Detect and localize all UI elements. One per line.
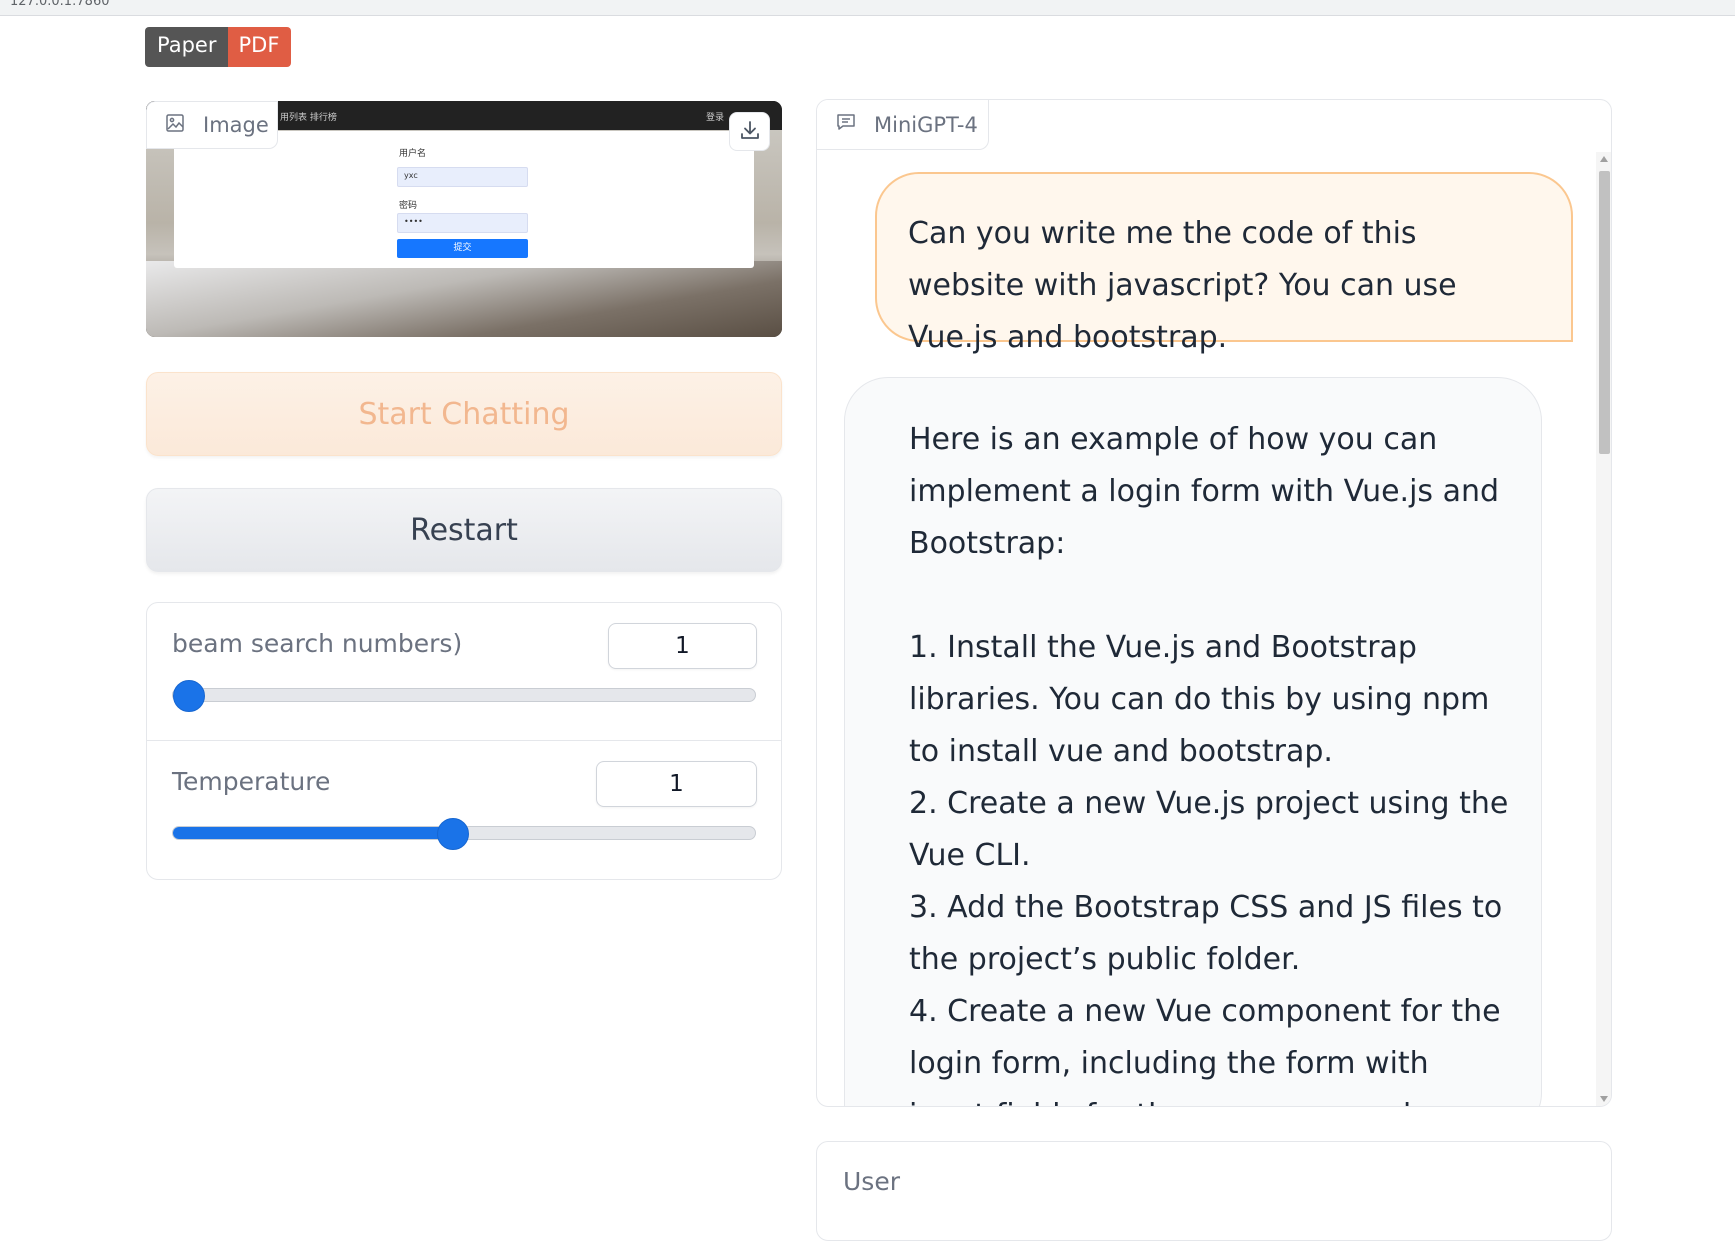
beam-search-slider-row: beam search numbers) 1: [147, 603, 781, 741]
chat-scrollbar[interactable]: [1596, 152, 1611, 1106]
bot-message-step: 4. Create a new Vue component for the lo…: [909, 994, 1501, 1106]
bot-message-blank-line: [909, 570, 1513, 622]
temperature-slider-thumb[interactable]: [437, 818, 470, 850]
bot-message-step: 1. Install the Vue.js and Bootstrap libr…: [909, 630, 1490, 769]
temperature-label: Temperature: [172, 767, 331, 796]
chatbot-label-text: MiniGPT-4: [874, 112, 978, 137]
beam-search-slider[interactable]: [172, 680, 756, 712]
scroll-up-arrow-icon[interactable]: [1600, 156, 1608, 162]
screenshot-username-label: 用户名: [399, 149, 427, 159]
user-input-label: User: [843, 1167, 900, 1196]
bot-message-paragraph: Here is an example of how you can implem…: [909, 422, 1500, 561]
restart-button[interactable]: Restart: [146, 488, 782, 572]
browser-address-strip: 127.0.0.1:7860: [0, 0, 1735, 16]
temperature-slider-row: Temperature 1: [147, 741, 781, 879]
user-input-box[interactable]: User: [816, 1141, 1612, 1241]
screenshot-login-link: 登录: [705, 113, 724, 123]
image-icon: [165, 113, 185, 138]
user-message-bubble: Can you write me the code of this websit…: [875, 172, 1573, 355]
chatbot-label: MiniGPT-4: [817, 100, 989, 150]
chat-icon: [835, 111, 857, 138]
screenshot-nav-items: 用列表 排行榜: [280, 113, 337, 123]
bot-message-step: 3. Add the Bootstrap CSS and JS files to…: [909, 890, 1503, 977]
screenshot-username-input: yxc: [397, 167, 528, 187]
image-upload-panel[interactable]: 用列表 排行榜 登录 用户名 yxc 密码 •••• 提交 Image: [146, 101, 782, 337]
bot-message-step: 2. Create a new Vue.js project using the…: [909, 786, 1509, 873]
screenshot-login-card: 用户名 yxc 密码 •••• 提交: [174, 131, 754, 268]
screenshot-password-label: 密码: [399, 201, 418, 211]
screenshot-password-input: ••••: [397, 213, 528, 233]
temperature-number-input[interactable]: 1: [596, 761, 757, 807]
badge-left-label: Paper: [145, 27, 229, 67]
beam-search-slider-thumb[interactable]: [173, 680, 205, 712]
chat-scrollbar-thumb[interactable]: [1599, 171, 1610, 454]
scroll-down-arrow-icon[interactable]: [1600, 1096, 1608, 1102]
chatbot-panel: MiniGPT-4 Can you write me the code of t…: [816, 99, 1612, 1107]
temperature-slider-fill: [173, 827, 454, 839]
image-panel-label: Image: [146, 101, 278, 149]
temperature-slider[interactable]: [172, 818, 756, 850]
image-label-text: Image: [203, 113, 269, 137]
beam-search-label: beam search numbers): [172, 629, 463, 658]
paper-pdf-badge[interactable]: Paper PDF: [145, 27, 292, 67]
download-button[interactable]: [729, 112, 770, 151]
badge-right-label: PDF: [228, 27, 292, 67]
start-chatting-button[interactable]: Start Chatting: [146, 372, 782, 456]
screenshot-submit-button: 提交: [397, 239, 528, 258]
download-icon: [739, 119, 761, 145]
screenshot-mountains: [146, 261, 782, 337]
browser-url[interactable]: 127.0.0.1:7860: [10, 0, 110, 9]
bot-message-bubble: Here is an example of how you can implem…: [844, 377, 1542, 1106]
parameter-sliders: beam search numbers) 1 Temperature 1: [146, 602, 782, 880]
beam-search-number-input[interactable]: 1: [608, 623, 757, 669]
